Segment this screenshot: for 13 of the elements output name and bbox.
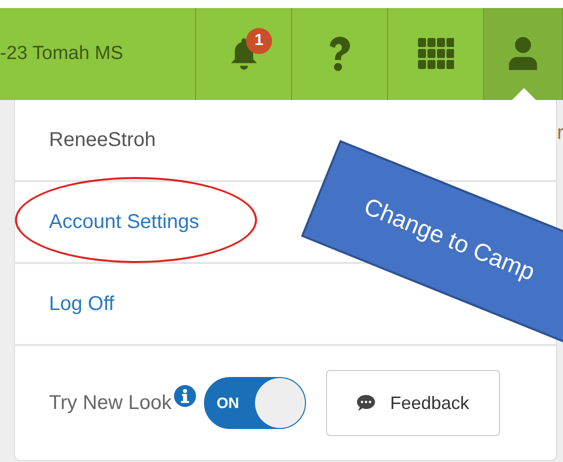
- background-text: r: [557, 122, 563, 145]
- feedback-button[interactable]: Feedback: [326, 370, 500, 436]
- person-icon: [507, 36, 539, 72]
- user-button[interactable]: [484, 8, 563, 100]
- info-icon: [174, 385, 196, 407]
- grid-icon: [418, 38, 454, 70]
- menu-link[interactable]: Account Settings: [49, 210, 200, 234]
- menu-link[interactable]: Log Off: [49, 292, 114, 316]
- chat-bubble-icon: [356, 394, 376, 412]
- notification-badge: 1: [246, 28, 272, 54]
- user-name: ReneeStroh: [49, 128, 156, 152]
- toggle-switch[interactable]: ON: [204, 377, 306, 429]
- try-new-look-label: Try New Look: [49, 392, 172, 414]
